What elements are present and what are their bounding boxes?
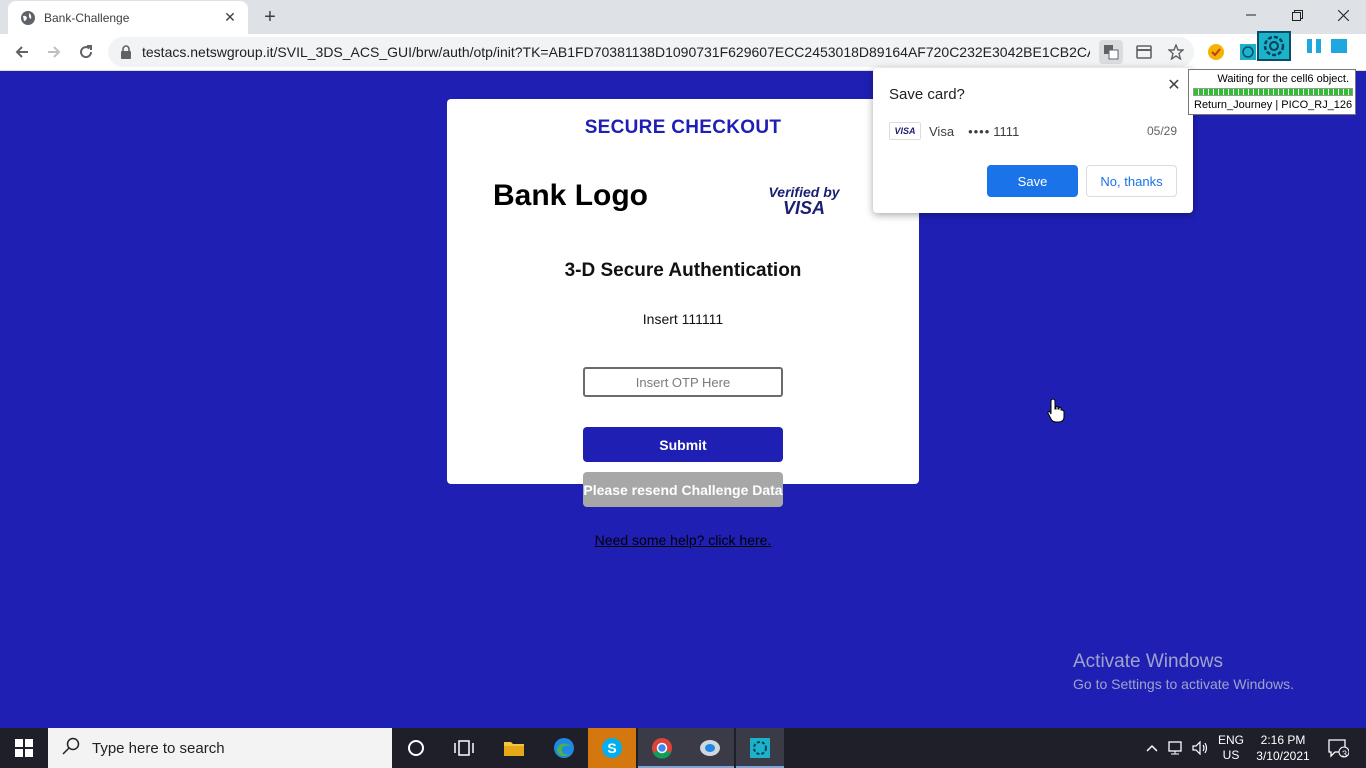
lang-line1: ENG <box>1218 733 1245 747</box>
notification-count: 3 <box>1342 749 1348 759</box>
help-link: Need some help? click here. <box>0 532 1366 548</box>
help-link-text[interactable]: Need some help? click here. <box>595 532 772 548</box>
status-message: Waiting for the cell6 object. <box>1217 73 1349 85</box>
tab-close-icon[interactable]: ✕ <box>222 9 238 26</box>
back-icon[interactable] <box>8 38 36 66</box>
cortana-icon[interactable] <box>392 728 440 768</box>
clock-time: 2:16 PM <box>1260 733 1306 747</box>
save-card-dialog: Save card? ✕ VISA Visa •••• 1111 05/29 S… <box>873 68 1193 213</box>
network-icon[interactable] <box>1166 728 1188 768</box>
vbv-line1: Verified by <box>768 184 840 200</box>
watermark-line2: Go to Settings to activate Windows. <box>1073 676 1294 692</box>
minimize-icon[interactable] <box>1228 0 1274 30</box>
vbv-line2: VISA <box>782 198 825 218</box>
search-placeholder: Type here to search <box>92 739 225 757</box>
clock[interactable]: 2:16 PM 3/10/2021 <box>1252 732 1314 764</box>
new-tab-button[interactable]: + <box>258 6 282 28</box>
chevron-up-icon[interactable] <box>1142 728 1162 768</box>
watermark-line1: Activate Windows <box>1073 651 1223 672</box>
address-bar[interactable]: testacs.netswgroup.it/SVIL_3DS_ACS_GUI/b… <box>108 37 1194 67</box>
notification-icon[interactable]: 3 <box>1318 728 1358 768</box>
tab-bank-challenge[interactable]: Bank-Challenge ✕ <box>8 1 248 34</box>
card-icon[interactable] <box>1132 40 1156 64</box>
tab-title: Bank-Challenge <box>44 10 130 25</box>
close-window-icon[interactable] <box>1320 0 1366 30</box>
restore-icon[interactable] <box>1274 0 1320 30</box>
volume-icon[interactable] <box>1190 728 1212 768</box>
forward-icon[interactable] <box>40 38 68 66</box>
windows-start-icon[interactable] <box>0 728 48 768</box>
bookmark-star-icon[interactable] <box>1164 40 1188 64</box>
save-card-button[interactable]: Save <box>987 165 1078 197</box>
automation-icon[interactable] <box>736 728 784 768</box>
no-thanks-button[interactable]: No, thanks <box>1086 165 1177 197</box>
resend-challenge-button[interactable]: Please resend Challenge Data <box>583 472 783 507</box>
verified-by-visa-logo: Verified by VISA <box>767 185 841 217</box>
taskbar: Type here to search S ENG US 2:16 PM 3/1… <box>0 728 1366 768</box>
tab-strip: Bank-Challenge ✕ + <box>0 0 1366 34</box>
bank-logo: Bank Logo <box>493 179 648 212</box>
card-brand: Visa <box>929 123 955 139</box>
hand-cursor-icon <box>1047 398 1065 424</box>
checkout-card: SECURE CHECKOUT Bank Logo Verified by VI… <box>447 99 919 484</box>
search-icon <box>62 737 80 760</box>
svg-text:S: S <box>607 740 616 756</box>
extension-cookie-icon[interactable] <box>1204 40 1228 64</box>
visa-card-icon: VISA <box>889 122 921 140</box>
card-last4: 1111 <box>993 123 1020 139</box>
taskbar-search[interactable]: Type here to search <box>48 728 392 768</box>
translate-icon[interactable] <box>1099 40 1123 64</box>
url-text: testacs.netswgroup.it/SVIL_3DS_ACS_GUI/b… <box>142 44 1090 60</box>
chrome-icon[interactable] <box>638 728 686 768</box>
edge-icon[interactable] <box>540 728 588 768</box>
submit-button[interactable]: Submit <box>583 427 783 462</box>
language-indicator[interactable]: ENG US <box>1218 733 1244 763</box>
skype-icon[interactable]: S <box>588 728 636 768</box>
task-view-icon[interactable] <box>440 728 488 768</box>
close-icon[interactable]: ✕ <box>1165 76 1183 94</box>
auth-title: 3-D Secure Authentication <box>564 260 802 281</box>
checkout-title: SECURE CHECKOUT <box>584 117 782 138</box>
browser-toolbar: testacs.netswgroup.it/SVIL_3DS_ACS_GUI/b… <box>0 34 1366 71</box>
reload-icon[interactable] <box>72 38 100 66</box>
otp-hint: Insert 111111 <box>642 311 724 327</box>
clock-date: 3/10/2021 <box>1256 749 1310 763</box>
card-expiry: 05/29 <box>1146 124 1177 138</box>
save-card-title: Save card? <box>889 86 965 103</box>
lock-icon <box>120 45 134 59</box>
automation-gear-icon[interactable] <box>1257 31 1291 61</box>
status-process: Return_Journey | PICO_RJ_126 <box>1194 99 1353 111</box>
otp-input[interactable] <box>583 367 783 397</box>
file-explorer-icon[interactable] <box>490 728 538 768</box>
card-row: VISA Visa •••• 1111 05/29 <box>889 122 1177 140</box>
lang-line2: US <box>1222 748 1240 762</box>
status-progress-bar <box>1193 88 1353 96</box>
card-mask: •••• <box>968 123 991 139</box>
activate-windows-watermark: Activate Windows Go to Settings to activ… <box>1073 651 1294 692</box>
globe-icon <box>20 10 36 26</box>
stop-icon[interactable] <box>1322 31 1356 61</box>
automation-status-box: Waiting for the cell6 object. Return_Jou… <box>1188 69 1356 115</box>
outlook-icon[interactable] <box>686 728 734 768</box>
